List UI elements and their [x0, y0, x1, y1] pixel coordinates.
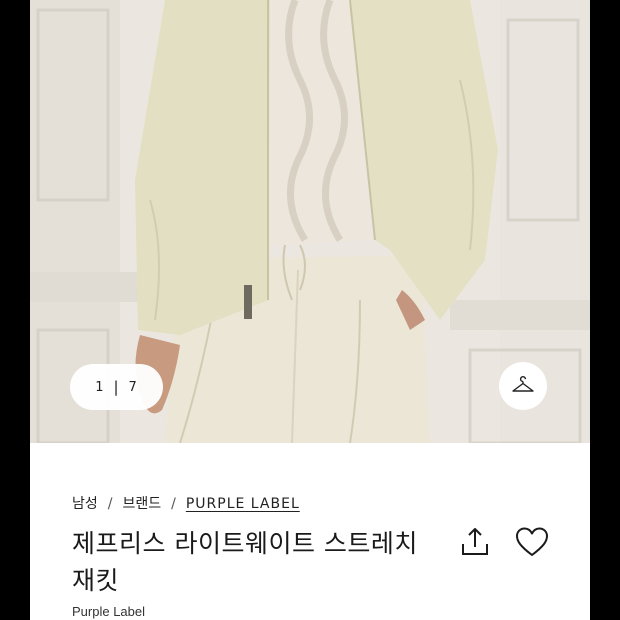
- image-counter-total: 7: [128, 379, 138, 395]
- heart-icon: [516, 527, 548, 556]
- breadcrumb-item-men[interactable]: 남성: [72, 496, 98, 512]
- share-icon: [462, 528, 488, 555]
- hanger-icon: [512, 376, 534, 392]
- product-title: 제프리스 라이트웨이트 스트레치 재킷: [72, 529, 418, 595]
- breadcrumb-separator: /: [171, 496, 176, 512]
- image-counter-current: 1: [95, 379, 105, 395]
- breadcrumb-item-purple-label[interactable]: PURPLE LABEL: [186, 496, 300, 512]
- breadcrumb-item-brand[interactable]: 브랜드: [122, 496, 161, 512]
- product-brand[interactable]: Purple Label: [72, 604, 145, 619]
- share-button[interactable]: [458, 525, 492, 559]
- breadcrumb: 남성 / 브랜드 / PURPLE LABEL: [72, 493, 300, 513]
- wishlist-button[interactable]: [514, 525, 550, 559]
- image-counter-separator: |: [113, 378, 120, 396]
- image-counter: 1 | 7: [70, 364, 163, 410]
- product-image[interactable]: 1 | 7: [30, 0, 590, 443]
- product-screen: 1 | 7 남성 / 브랜드 / PURPLE LABEL 제프리스 라이트웨이트 스트…: [30, 0, 590, 620]
- hanger-button[interactable]: [499, 362, 547, 410]
- breadcrumb-separator: /: [107, 496, 113, 512]
